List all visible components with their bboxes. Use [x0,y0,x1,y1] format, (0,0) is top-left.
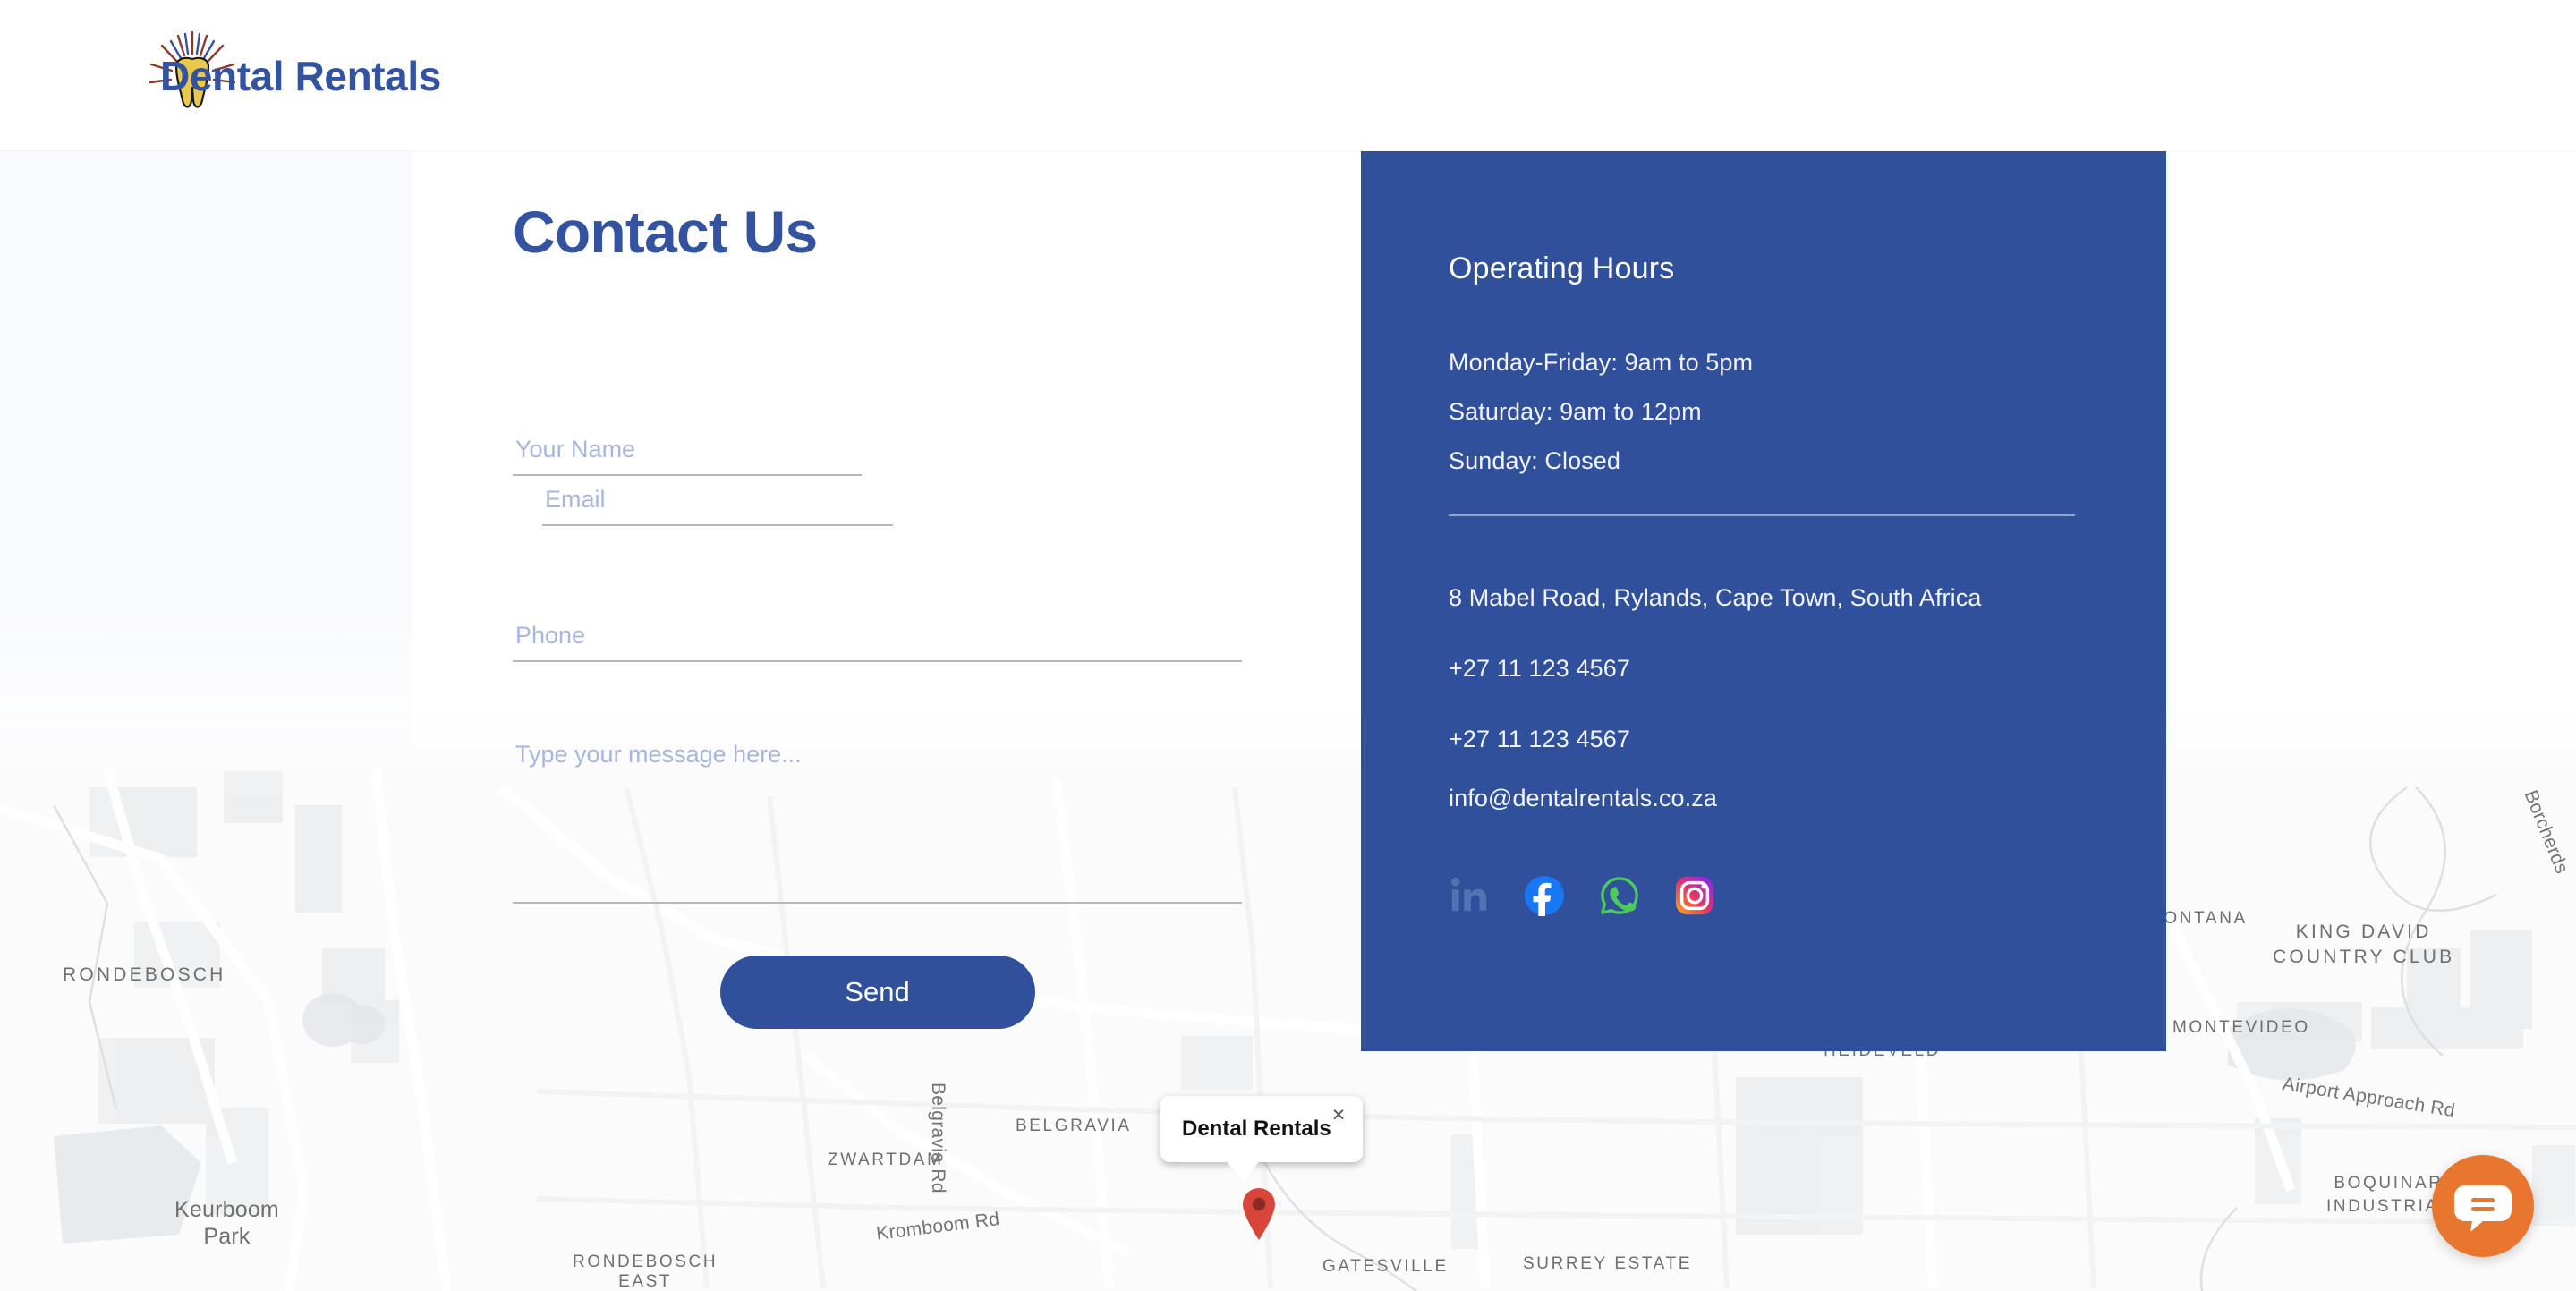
message-field[interactable]: Type your message here... [513,734,1242,905]
email-address[interactable]: info@dentalrentals.co.za [1449,785,2084,812]
operating-hours-heading: Operating Hours [1449,251,1675,285]
hours-saturday: Saturday: 9am to 12pm [1449,398,1702,425]
map-info-window-tail [1224,1159,1262,1182]
left-rail-background [0,150,412,777]
page-title: Contact Us [513,199,818,265]
map-info-window-title: Dental Rentals [1182,1117,1331,1141]
phone-field[interactable]: Phone [513,612,1242,663]
chat-widget-button[interactable] [2432,1155,2534,1257]
submit-row: Send [513,956,1242,1030]
map-marker-pin[interactable] [1239,1185,1279,1241]
email-field[interactable]: Email [542,476,893,527]
social-links [1449,875,2084,916]
send-button[interactable]: Send [719,956,1035,1030]
hours-sunday: Sunday: Closed [1449,447,1621,474]
contact-form: Your Name Email Phone Type your message … [513,426,1242,1030]
name-field[interactable]: Your Name [513,426,862,477]
hours-weekday: Monday-Friday: 9am to 5pm [1449,349,1754,376]
info-panel: Operating Hours Monday-Friday: 9am to 5p… [1361,151,2166,1051]
map-info-window[interactable]: Dental Rentals × [1160,1096,1363,1162]
facebook-icon[interactable] [1524,875,1565,916]
field-underline [542,524,893,527]
whatsapp-icon[interactable] [1599,875,1640,916]
chat-bubble-icon [2454,1185,2512,1232]
panel-divider [1449,514,2075,516]
brand-name: Dental Rentals [160,53,441,99]
field-underline [513,902,1242,905]
contact-page: RONDEBOSCH Keurboom Park RONDEBOSCH EAST Z… [0,0,2576,1291]
name-placeholder: Your Name [515,436,636,463]
contact-section: Contact Us Your Name Email Phone Type yo… [513,199,1255,1030]
field-underline [513,660,1242,663]
brand-logo[interactable]: Dental Rentals [146,27,522,123]
message-placeholder: Type your message here... [515,741,802,769]
linkedin-icon[interactable] [1449,875,1490,916]
phone-1[interactable]: +27 11 123 4567 [1449,655,2084,683]
close-icon[interactable]: × [1325,1101,1352,1128]
phone-2[interactable]: +27 11 123 4567 [1449,726,2084,753]
phone-placeholder: Phone [515,622,586,650]
operating-hours-list: Monday-Friday: 9am to 5pm Saturday: 9am … [1449,349,2084,475]
address-text: 8 Mabel Road, Rylands, Cape Town, South … [1449,584,1982,611]
email-placeholder: Email [545,486,606,514]
info-panel-content: Operating Hours Monday-Friday: 9am to 5p… [1449,251,2084,916]
site-header: Dental Rentals Home Services Contact Boo… [0,0,2576,150]
instagram-icon[interactable] [1674,875,1715,916]
